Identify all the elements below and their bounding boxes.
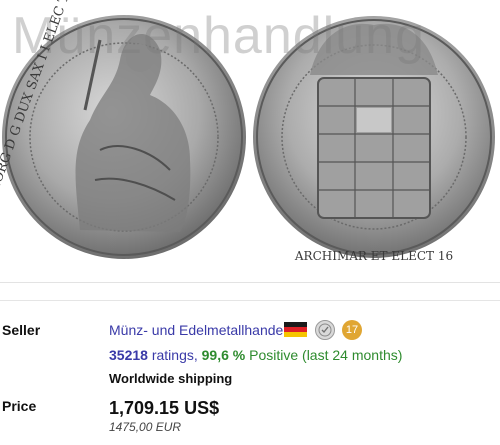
flag-stripe xyxy=(284,332,307,337)
price-usd: 1,709.15 US$ xyxy=(109,398,220,418)
seller-label: Seller xyxy=(2,322,41,338)
shipping-info: Worldwide shipping xyxy=(109,371,233,386)
ratings-summary[interactable]: 35218 ratings, 99,6 % Positive (last 24 … xyxy=(109,347,402,363)
price-eur: 1475,00 EUR xyxy=(109,420,182,434)
coin-photo[interactable]: IOHAN GEORG D G DUX SAX I I ELEC TMONT A… xyxy=(0,0,500,283)
verified-seal-icon[interactable] xyxy=(315,320,335,340)
right-coin-legend: ARCHIMAR ET ELECT 16 xyxy=(294,249,453,263)
member-badge[interactable]: 17 xyxy=(342,320,362,340)
rating-word: ratings, xyxy=(151,347,198,363)
photo-watermark: Münzenhandlung xyxy=(12,7,425,65)
positive-text: Positive (last 24 months) xyxy=(249,347,403,363)
positive-percentage: 99,6 % xyxy=(201,347,246,363)
price-label: Price xyxy=(2,398,37,414)
seller-name-link[interactable]: Münz- und Edelmetallhandel xyxy=(109,322,286,338)
germany-flag-icon xyxy=(284,322,307,337)
section-divider xyxy=(0,300,500,301)
rating-count[interactable]: 35218 xyxy=(109,347,148,363)
